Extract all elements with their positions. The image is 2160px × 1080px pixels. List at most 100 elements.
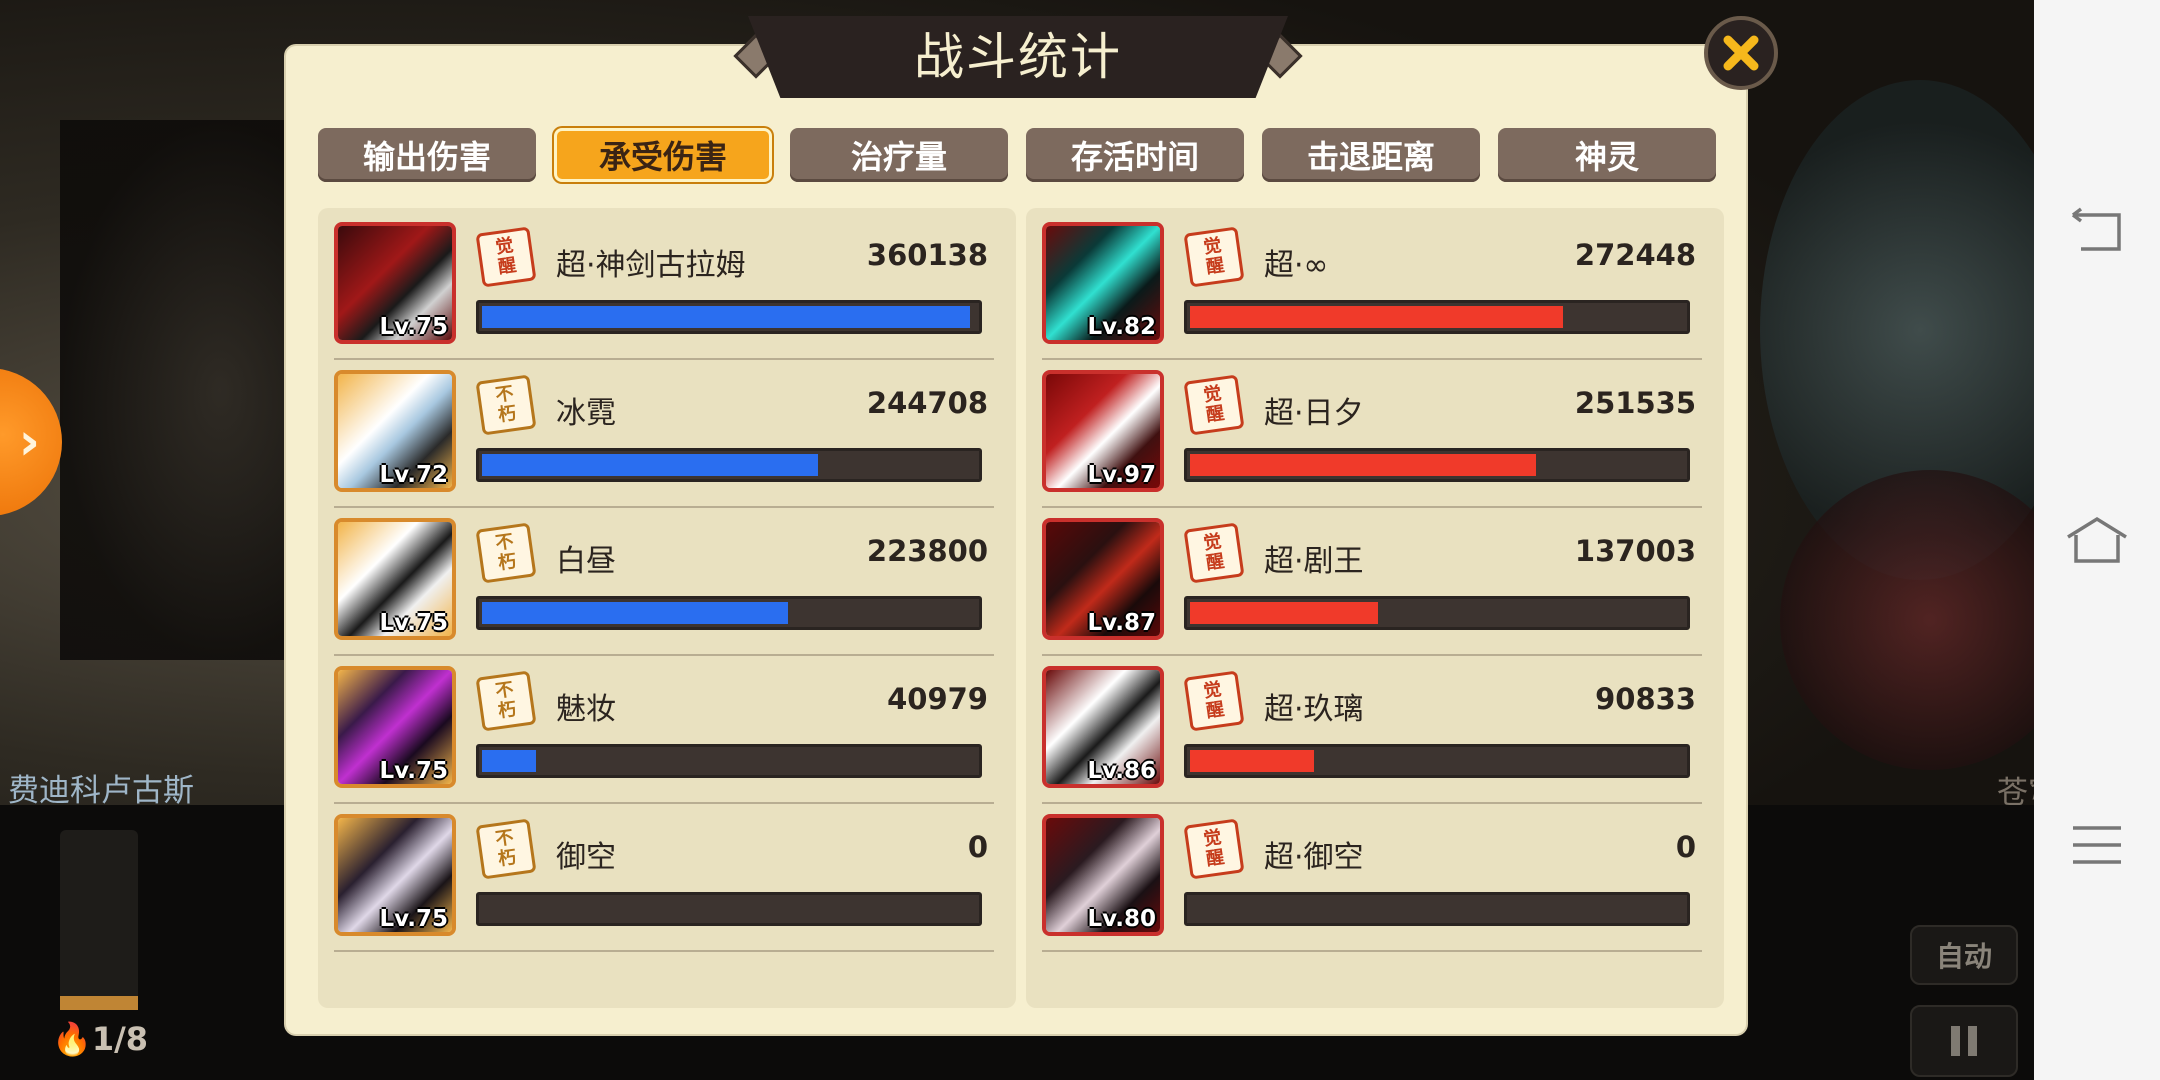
hero-level: Lv.72 [379,462,448,488]
close-icon [1723,35,1759,71]
hero-name: 超·∞ [1264,248,1329,283]
hero-level: Lv.87 [1087,610,1156,636]
row-divider [334,358,994,360]
flame-icon: 🔥 [52,1020,92,1058]
hero-name: 白昼 [556,544,616,579]
stat-value: 244708 [866,386,988,420]
stat-bar [476,300,982,334]
immortal-badge-icon: 不朽 [475,818,537,880]
recents-button[interactable] [2064,815,2130,875]
row-divider [334,654,994,656]
hero-level: Lv.75 [379,610,448,636]
tab-healing[interactable]: 治疗量 [790,128,1008,182]
energy-gauge-fill [60,996,138,1010]
tab-survival-time[interactable]: 存活时间 [1026,128,1244,182]
back-button[interactable] [2064,202,2130,262]
hero-portrait: Lv.87 [1042,518,1164,640]
immortal-badge-icon: 不朽 [475,670,537,732]
tab-deity[interactable]: 神灵 [1498,128,1716,182]
row-divider [1042,802,1702,804]
stat-value: 251535 [1574,386,1696,420]
immortal-badge-icon: 不朽 [475,522,537,584]
tab-damage-taken[interactable]: 承受伤害 [554,128,772,182]
stat-value: 223800 [866,534,988,568]
team-member-row: Lv.75 不朽魅妆 40979 [334,658,994,804]
right-team-stats: Lv.82 觉醒超·∞ 272448 Lv.97 觉醒超·日夕 251535 Lv.87 觉醒… [1026,208,1724,1008]
team-member-row: Lv.87 觉醒超·剧王 137003 [1042,510,1702,656]
badge-char: 朽 [496,402,518,427]
hero-name: 魅妆 [556,692,616,727]
close-button[interactable] [1704,16,1778,90]
badge-char: 醒 [1204,550,1226,575]
pause-icon-bar [1951,1026,1960,1056]
energy-gauge [60,830,138,1010]
badge-char: 醒 [1204,402,1226,427]
stat-bar [1184,300,1690,334]
row-divider [1042,506,1702,508]
pause-button[interactable] [1910,1005,2018,1077]
stat-bar-fill [1190,454,1536,476]
energy-counter: 🔥1/8 [52,1020,148,1058]
hero-name: 御空 [556,840,616,875]
team-member-row: Lv.72 不朽冰霓 244708 [334,362,994,508]
hero-portrait: Lv.86 [1042,666,1164,788]
stat-bar [1184,448,1690,482]
hero-name: 超·玖璃 [1264,692,1364,727]
hero-portrait: Lv.75 [334,814,456,936]
hero-level: Lv.75 [379,906,448,932]
home-icon [2067,516,2127,563]
awaken-badge-icon: 觉醒 [1183,818,1245,880]
awaken-badge-icon: 觉醒 [1183,670,1245,732]
left-team-stats: Lv.75 觉醒超·神剑古拉姆 360138 Lv.72 不朽冰霓 244708 Lv.75… [318,208,1016,1008]
home-button[interactable] [2064,510,2130,570]
hero-level: Lv.86 [1087,758,1156,784]
hero-portrait: Lv.80 [1042,814,1164,936]
stat-value: 360138 [866,238,988,272]
row-divider [334,802,994,804]
badge-char: 朽 [496,698,518,723]
awaken-badge-icon: 觉醒 [1183,226,1245,288]
stat-value: 0 [967,830,988,864]
team-member-row: Lv.80 觉醒超·御空 0 [1042,806,1702,952]
row-divider [1042,358,1702,360]
hero-portrait: Lv.75 [334,666,456,788]
system-navigation-bar [2034,0,2160,1080]
stat-bar [476,892,982,926]
chevron-right-icon: › [18,412,40,472]
hero-name: 超·神剑古拉姆 [556,248,746,283]
stats-tab-bar: 输出伤害 承受伤害 治疗量 存活时间 击退距离 神灵 [318,128,1718,182]
panel-title: 战斗统计 [914,28,1122,86]
team-member-row: Lv.75 不朽白昼 223800 [334,510,994,656]
row-divider [1042,950,1702,952]
stat-bar [1184,892,1690,926]
tab-knockback-distance[interactable]: 击退距离 [1262,128,1480,182]
tab-damage-dealt[interactable]: 输出伤害 [318,128,536,182]
hero-name: 超·剧王 [1264,544,1364,579]
badge-char: 醒 [496,254,518,279]
auto-battle-button[interactable]: 自动 [1910,925,2018,985]
stat-value: 272448 [1574,238,1696,272]
row-divider [334,506,994,508]
team-member-row: Lv.86 觉醒超·玖璃 90833 [1042,658,1702,804]
stat-value: 0 [1675,830,1696,864]
hero-name: 冰霓 [556,396,616,431]
badge-char: 醒 [1204,846,1226,871]
badge-char: 朽 [496,846,518,871]
hero-level: Lv.75 [379,758,448,784]
stat-bar-fill [1190,750,1314,772]
hero-level: Lv.97 [1087,462,1156,488]
stat-bar [1184,744,1690,778]
hero-level: Lv.75 [379,314,448,340]
team-member-row: Lv.75 不朽御空 0 [334,806,994,952]
stat-bar-fill [482,306,970,328]
hero-portrait: Lv.75 [334,518,456,640]
left-player-name: 费迪科卢古斯 [8,773,194,809]
immortal-badge-icon: 不朽 [475,374,537,436]
back-icon [2071,207,2121,251]
badge-char: 醒 [1204,254,1226,279]
stat-value: 137003 [1574,534,1696,568]
stat-bar [1184,596,1690,630]
hero-portrait: Lv.82 [1042,222,1164,344]
stat-bar-fill [482,602,788,624]
awaken-badge-icon: 觉醒 [1183,522,1245,584]
